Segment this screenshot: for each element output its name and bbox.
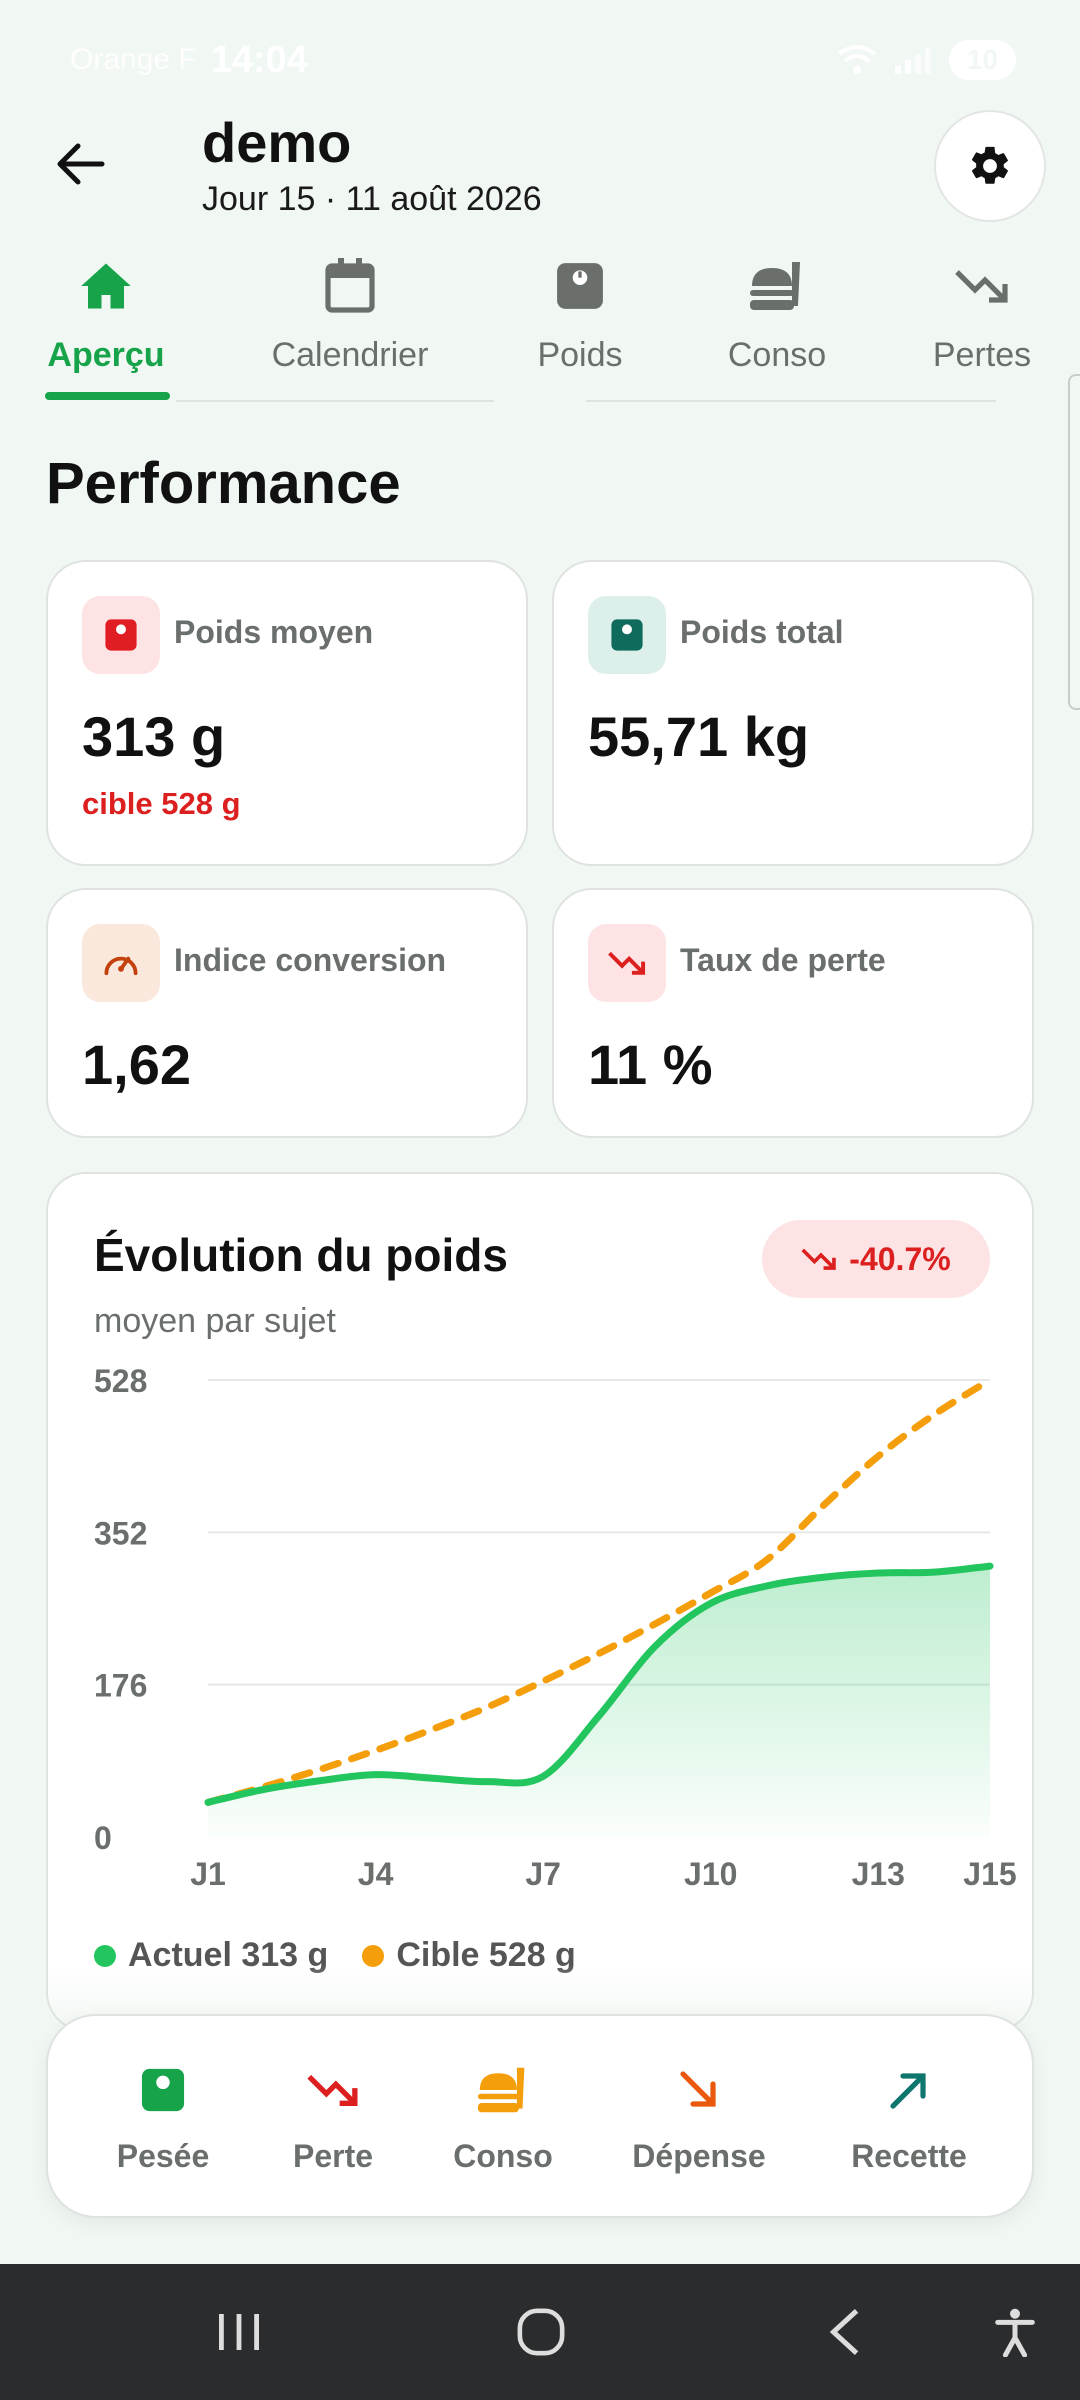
section-title: Performance bbox=[46, 451, 401, 516]
metric-label: Indice conversion bbox=[174, 942, 447, 978]
x-tick-label: J4 bbox=[358, 1856, 394, 1892]
signal-icon bbox=[894, 48, 931, 74]
carrier-name: Orange F bbox=[70, 43, 197, 76]
scale-icon bbox=[611, 619, 643, 651]
tab-label: Aperçu bbox=[47, 336, 165, 374]
metric-badge bbox=[588, 924, 666, 1002]
metric-value: 11 % bbox=[588, 1033, 713, 1096]
active-tab-indicator bbox=[45, 392, 170, 400]
x-tick-label: J1 bbox=[190, 1856, 226, 1892]
trending-down-icon bbox=[955, 270, 1008, 303]
quick-actions-bar: Pesée Perte Conso Dépense Recette bbox=[46, 2014, 1034, 2218]
action-label: Perte bbox=[292, 2138, 374, 2174]
metric-badge bbox=[588, 596, 666, 674]
action-label: Dépense bbox=[632, 2138, 766, 2174]
page-subtitle: Jour 15 · 11 août 2026 bbox=[202, 180, 542, 218]
back-button[interactable] bbox=[40, 124, 120, 204]
home-icon bbox=[81, 263, 131, 309]
recent-apps-icon bbox=[219, 2314, 259, 2350]
tab-scrollbar[interactable] bbox=[1068, 374, 1080, 710]
scale-icon bbox=[141, 2068, 185, 2112]
tab-poids[interactable]: Poids bbox=[520, 250, 640, 400]
system-nav-bar bbox=[0, 2264, 1080, 2400]
metric-card-poids-moyen[interactable]: Poids moyen 313 g cible 528 g bbox=[46, 560, 528, 866]
action-recette-button[interactable]: Recette bbox=[824, 2060, 994, 2175]
food-icon bbox=[750, 262, 800, 310]
metric-label: Poids total bbox=[680, 614, 844, 650]
accessibility-icon bbox=[995, 2308, 1035, 2357]
tab-label: Calendrier bbox=[271, 336, 429, 374]
arrow-down-right-icon bbox=[680, 2071, 716, 2107]
metric-target: cible 528 g bbox=[82, 786, 241, 821]
metric-label: Poids moyen bbox=[174, 614, 374, 650]
metric-value: 1,62 bbox=[82, 1033, 191, 1096]
app-header: demo Jour 15 · 11 août 2026 bbox=[0, 100, 1080, 230]
series-area-actuel bbox=[208, 1566, 990, 1837]
gear-icon bbox=[971, 146, 1008, 184]
recent-apps-button[interactable] bbox=[194, 2292, 284, 2372]
tab-calendrier[interactable]: Calendrier bbox=[250, 250, 450, 400]
metric-badge bbox=[82, 924, 160, 1002]
metric-card-poids-total[interactable]: Poids total 55,71 kg bbox=[552, 560, 1034, 866]
trending-down-icon bbox=[608, 951, 646, 975]
action-depense-button[interactable]: Dépense bbox=[614, 2060, 784, 2175]
clock: 14:04 bbox=[210, 38, 308, 81]
metric-label: Taux de perte bbox=[680, 942, 886, 978]
system-back-button[interactable] bbox=[800, 2292, 890, 2372]
action-label: Conso bbox=[453, 2138, 553, 2174]
tab-apercu[interactable]: Aperçu bbox=[36, 250, 176, 400]
metric-card-taux-perte[interactable]: Taux de perte 11 % bbox=[552, 888, 1034, 1138]
metric-value: 313 g bbox=[82, 705, 226, 768]
battery-indicator: 10 bbox=[948, 40, 1016, 80]
x-tick-label: J7 bbox=[525, 1856, 561, 1892]
metric-card-indice-conversion[interactable]: Indice conversion 1,62 bbox=[46, 888, 528, 1138]
tab-conso[interactable]: Conso bbox=[712, 250, 842, 400]
action-conso-button[interactable]: Conso bbox=[418, 2060, 588, 2175]
y-tick-label: 176 bbox=[94, 1668, 147, 1704]
scale-icon bbox=[105, 619, 137, 651]
chevron-left-icon bbox=[829, 2309, 859, 2355]
calendar-icon bbox=[325, 258, 375, 313]
metric-value: 55,71 kg bbox=[588, 705, 810, 768]
action-perte-button[interactable]: Perte bbox=[248, 2060, 418, 2175]
arrow-up-right-icon bbox=[890, 2073, 926, 2109]
action-label: Pesée bbox=[116, 2138, 210, 2174]
x-tick-label: J10 bbox=[684, 1856, 737, 1892]
gauge-icon bbox=[104, 956, 138, 976]
scale-icon bbox=[557, 263, 603, 309]
metric-badge bbox=[82, 596, 160, 674]
y-tick-label: 528 bbox=[94, 1363, 147, 1399]
settings-button[interactable] bbox=[934, 110, 1046, 222]
tab-label: Poids bbox=[537, 336, 623, 374]
trending-down-icon bbox=[307, 2074, 358, 2106]
action-pesee-button[interactable]: Pesée bbox=[78, 2060, 248, 2175]
tab-label: Conso bbox=[727, 336, 827, 374]
x-tick-label: J15 bbox=[963, 1856, 1016, 1892]
tab-label: Pertes bbox=[932, 336, 1032, 374]
tab-pertes[interactable]: Pertes bbox=[914, 250, 1050, 400]
page-title: demo bbox=[202, 111, 352, 174]
tab-divider bbox=[586, 400, 996, 402]
accessibility-button[interactable] bbox=[970, 2292, 1060, 2372]
weight-line-chart: 0 176 352 528 J1 J4 J7 J10 J13 J15 bbox=[94, 1363, 1017, 1892]
y-tick-label: 0 bbox=[94, 1820, 112, 1856]
tab-divider bbox=[176, 400, 494, 402]
x-tick-label: J13 bbox=[852, 1856, 905, 1892]
food-icon bbox=[477, 2067, 525, 2113]
y-tick-label: 352 bbox=[94, 1515, 147, 1551]
action-label: Recette bbox=[851, 2138, 967, 2174]
arrow-left-icon bbox=[57, 143, 105, 185]
home-circle-icon bbox=[517, 2308, 565, 2356]
weight-chart-card: Évolution du poids moyen par sujet -40.7… bbox=[46, 1172, 1034, 2032]
wifi-icon bbox=[837, 45, 877, 74]
home-button[interactable] bbox=[496, 2292, 586, 2372]
tab-bar: Aperçu Calendrier Poids Conso Pertes bbox=[0, 250, 1080, 410]
